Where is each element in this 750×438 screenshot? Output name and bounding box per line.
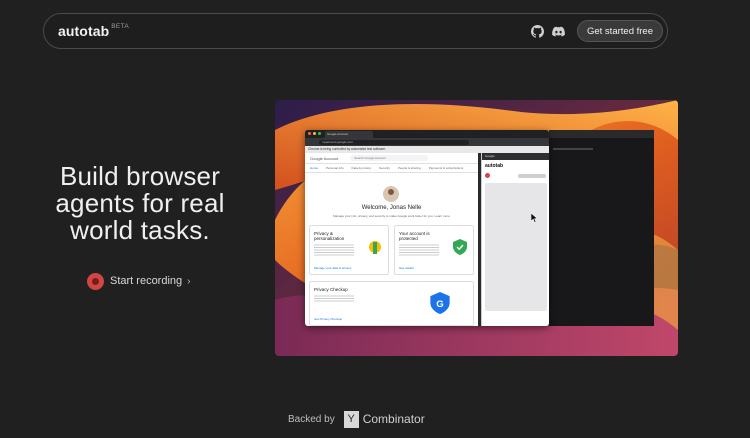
shield-icon xyxy=(453,239,467,255)
chevron-right-icon: › xyxy=(187,275,191,287)
card-title: Privacy & personalization xyxy=(314,231,345,241)
avatar xyxy=(383,186,399,202)
card-link: Get Privacy Checkup xyxy=(314,317,343,321)
card-title: Privacy Checkup xyxy=(314,287,348,292)
browser-urlbar: myaccount.google.com xyxy=(305,138,549,146)
privacy-illustration-icon xyxy=(369,241,381,254)
browser-window: Google Account myaccount.google.com Chro… xyxy=(305,130,549,326)
google-search-bar: Search Google Account xyxy=(350,155,429,161)
google-tab: Security xyxy=(379,166,390,170)
google-tab: People & sharing xyxy=(397,166,421,170)
panel-tab: Google xyxy=(482,153,549,160)
start-recording-label: Start recording xyxy=(110,275,183,287)
google-account-page: Google Account Search Google Account Hom… xyxy=(305,153,478,326)
card-link: Manage your data & privacy xyxy=(314,266,352,270)
autotab-side-panel: Google autotab xyxy=(481,153,549,326)
google-tab: Home xyxy=(310,166,319,170)
svg-text:G: G xyxy=(436,299,443,310)
brand-name: autotab xyxy=(58,23,110,39)
terminal-window xyxy=(549,130,654,326)
automation-infobar: Chrome is being controlled by automated … xyxy=(305,146,549,153)
hero-title: Build browser agents for real world task… xyxy=(30,163,250,244)
hero-title-line: Build browser xyxy=(59,161,221,191)
card-link: See details xyxy=(399,266,414,270)
security-card: Your account is protected See details xyxy=(394,225,474,275)
mouse-cursor-icon xyxy=(531,213,539,223)
google-account-tabs: Home Personal info Data & privacy Securi… xyxy=(305,164,478,173)
google-shield-icon: G xyxy=(430,292,450,314)
backed-by-label: Backed by xyxy=(288,413,335,425)
google-account-header: Google Account xyxy=(310,155,339,161)
hero-title-line: world tasks. xyxy=(70,215,210,245)
brand-logo[interactable]: autotab BETA xyxy=(58,23,129,39)
backed-by-yc[interactable]: Backed by Y Combinator xyxy=(288,410,425,428)
welcome-heading: Welcome, Jonas Nelle xyxy=(361,205,422,211)
welcome-subtext: Manage your info, privacy, and security … xyxy=(333,214,450,218)
discord-icon[interactable] xyxy=(552,25,565,38)
yc-logo-icon: Y xyxy=(343,410,359,428)
top-nav: autotab BETA Get started free xyxy=(43,13,668,49)
privacy-checkup-card: Privacy Checkup G Get Privacy Checkup xyxy=(309,281,474,326)
browser-tab: Google Account xyxy=(325,131,373,138)
google-tab: Data & privacy xyxy=(351,166,372,170)
browser-tabbar: Google Account xyxy=(305,130,549,138)
card-title: Your account is protected xyxy=(399,231,430,241)
record-icon xyxy=(87,272,104,290)
start-recording-button[interactable]: Start recording › xyxy=(87,272,191,290)
record-icon xyxy=(485,173,490,178)
google-tab: Payments & subscriptions xyxy=(428,166,464,170)
url-text: myaccount.google.com xyxy=(319,139,469,145)
github-icon[interactable] xyxy=(530,24,544,38)
panel-body xyxy=(485,183,547,311)
demo-screenshot: Google Account myaccount.google.com Chro… xyxy=(275,100,678,356)
beta-badge: BETA xyxy=(111,23,129,30)
nav-actions: Get started free xyxy=(530,20,663,42)
hero-title-line: agents for real xyxy=(55,188,225,218)
privacy-card: Privacy & personalization Manage your da… xyxy=(309,225,389,275)
panel-record-row xyxy=(482,172,549,179)
yc-name: Combinator xyxy=(362,412,425,426)
get-started-button[interactable]: Get started free xyxy=(576,20,663,42)
google-tab: Personal info xyxy=(326,166,344,170)
panel-brand: autotab xyxy=(485,163,504,169)
